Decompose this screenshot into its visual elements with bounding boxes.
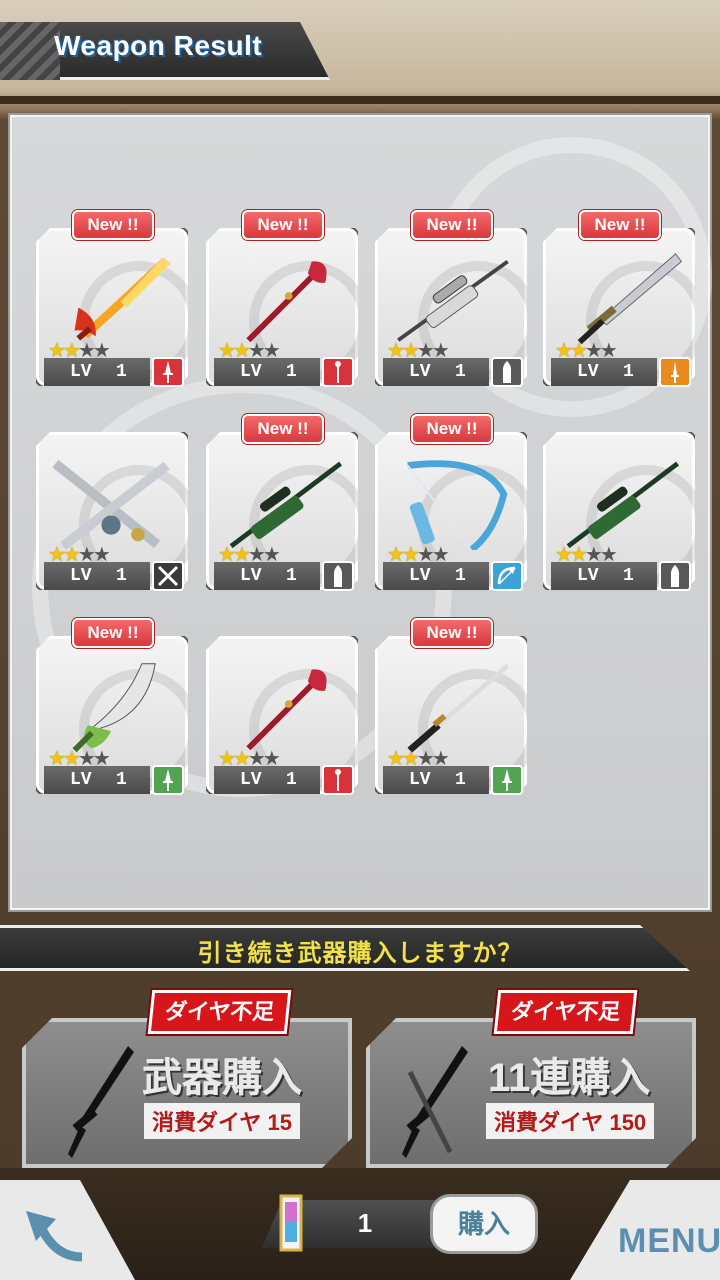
red-staff-icon [246, 669, 327, 751]
back-arrow-icon [26, 1211, 83, 1262]
level-bar: LV 1 [214, 358, 320, 386]
level-bar: LV 1 [214, 562, 320, 590]
weapon-card[interactable]: New !! ★★★★ LV 1 [36, 618, 188, 795]
level-value: 1 [286, 770, 297, 790]
level-prefix: LV [409, 362, 431, 382]
bullet-icon [659, 561, 691, 591]
level-value: 1 [623, 566, 634, 586]
level-value: 1 [455, 566, 466, 586]
weapon-card[interactable]: New !! ★★★★ LV 1 [36, 210, 188, 387]
level-prefix: LV [70, 362, 92, 382]
new-badge: New !! [411, 414, 493, 444]
long-sword-icon [577, 253, 683, 345]
buy-single-warning: ダイヤ不足 [147, 990, 292, 1034]
blue-bow-icon [407, 460, 508, 550]
new-badge: New !! [242, 414, 324, 444]
level-value: 1 [455, 362, 466, 382]
level-prefix: LV [409, 566, 431, 586]
level-bar: LV 1 [44, 562, 150, 590]
sniper-rifle-green-icon [229, 461, 343, 549]
level-prefix: LV [70, 566, 92, 586]
staff-icon [322, 357, 354, 387]
red-staff-icon [246, 261, 327, 343]
page-title: Weapon Result [54, 30, 263, 61]
crossed-swords-icon [152, 561, 184, 591]
weapon-card[interactable]: New !! ★★★★ LV 1 [543, 210, 695, 387]
weapon-card[interactable]: ★★★★ LV 1 [206, 618, 358, 795]
sword-icon [66, 1042, 136, 1162]
buy-single-cost: 消費ダイヤ 15 [144, 1103, 300, 1139]
buy-single-title: 武器購入 [142, 1056, 302, 1100]
weapon-card[interactable]: New !! ★★★★ LV 1 [375, 618, 527, 795]
weapon-card[interactable]: New !! ★★★★ LV 1 [206, 414, 358, 591]
new-badge: New !! [579, 210, 661, 240]
new-badge: New !! [72, 618, 154, 648]
bullet-icon [491, 357, 523, 387]
sniper-rifle-white-icon [397, 259, 509, 342]
level-value: 1 [455, 770, 466, 790]
level-bar: LV 1 [383, 562, 489, 590]
level-value: 1 [286, 566, 297, 586]
green-scimitar-icon [72, 663, 156, 753]
dagger-icon [491, 765, 523, 795]
purchase-button[interactable]: 購入 [430, 1194, 538, 1254]
buy-multi-warning: ダイヤ不足 [493, 990, 638, 1034]
weapon-card[interactable]: ★★★★ LV 1 [36, 414, 188, 591]
new-badge: New !! [72, 210, 154, 240]
level-value: 1 [116, 770, 127, 790]
level-prefix: LV [240, 770, 262, 790]
level-prefix: LV [577, 362, 599, 382]
flame-sword-icon [74, 257, 171, 341]
level-value: 1 [116, 362, 127, 382]
level-bar: LV 1 [214, 766, 320, 794]
weapon-card[interactable]: ★★★★ LV 1 [543, 414, 695, 591]
level-prefix: LV [577, 566, 599, 586]
multi-weapons-icon [400, 1042, 470, 1162]
katana-icon [407, 663, 510, 753]
prompt-text: 引き続き武器購入しますか？ [197, 940, 523, 967]
buy-multi-cost: 消費ダイヤ 150 [486, 1103, 655, 1139]
level-prefix: LV [409, 770, 431, 790]
new-badge: New !! [242, 210, 324, 240]
level-prefix: LV [70, 770, 92, 790]
weapon-card[interactable]: New !! ★★★★ LV 1 [206, 210, 358, 387]
dual-swords-icon [52, 459, 170, 550]
sniper-rifle-green-icon [566, 461, 680, 549]
buy-multi-title: 11連購入 [488, 1056, 651, 1100]
level-bar: LV 1 [551, 358, 657, 386]
level-value: 1 [286, 362, 297, 382]
level-bar: LV 1 [383, 766, 489, 794]
level-bar: LV 1 [551, 562, 657, 590]
staff-icon [322, 765, 354, 795]
ticket-icon [279, 1194, 303, 1252]
level-bar: LV 1 [383, 358, 489, 386]
level-prefix: LV [240, 362, 262, 382]
sword-icon [659, 357, 691, 387]
level-value: 1 [116, 566, 127, 586]
weapon-card[interactable]: New !! ★★★★ LV 1 [375, 210, 527, 387]
weapon-card[interactable]: New !! ★★★★ LV 1 [375, 414, 527, 591]
level-prefix: LV [240, 566, 262, 586]
new-badge: New !! [411, 210, 493, 240]
bullet-icon [322, 561, 354, 591]
quantity-value: 1 [357, 1208, 373, 1238]
bow-icon [491, 561, 523, 591]
dagger-icon [152, 765, 184, 795]
level-bar: LV 1 [44, 358, 150, 386]
menu-label: MENU [618, 1222, 720, 1260]
level-bar: LV 1 [44, 766, 150, 794]
new-badge: New !! [411, 618, 493, 648]
level-value: 1 [623, 362, 634, 382]
dagger-icon [152, 357, 184, 387]
